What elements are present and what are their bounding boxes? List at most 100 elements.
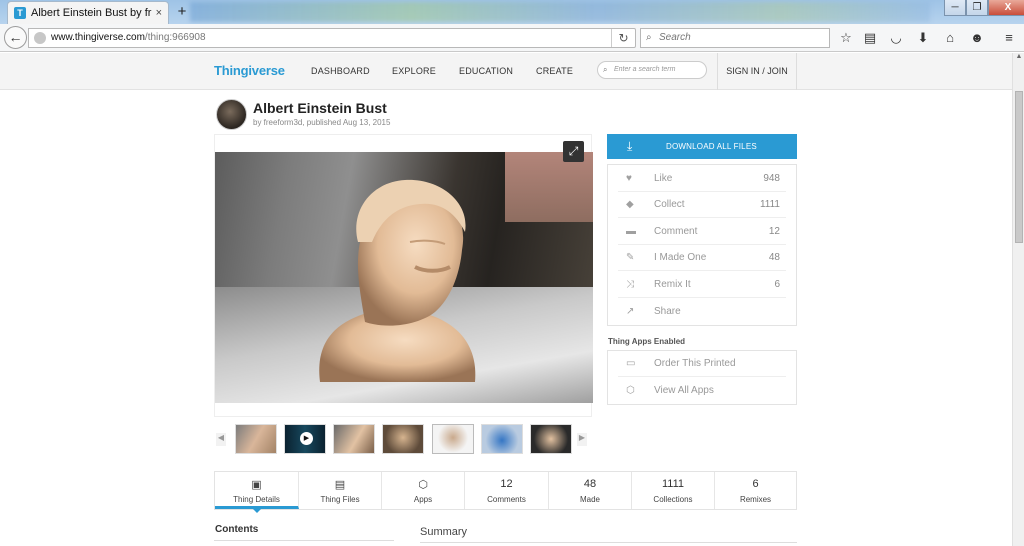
thing-byline: by freeform3d, published Aug 13, 2015 (253, 118, 391, 127)
share-icon: ↗ (626, 306, 635, 317)
contents-divider (214, 540, 394, 541)
tab-thing-details[interactable]: ▣ Thing Details (215, 472, 299, 513)
summary-heading: Summary (420, 526, 468, 538)
tab-made[interactable]: 48 Made (549, 472, 632, 509)
thumbnail-6[interactable] (481, 424, 523, 454)
search-icon: ⌕ (646, 32, 652, 43)
action-like[interactable]: ♥ Like 948 (618, 166, 786, 192)
app-label: Order This Printed (654, 358, 736, 369)
tab-label: Apps (413, 495, 433, 504)
tab-label: Remixes (739, 495, 772, 504)
summary-divider (420, 542, 797, 543)
action-comment[interactable]: ▬ Comment 12 (618, 219, 786, 245)
apps-cube-icon: ⬡ (418, 479, 428, 491)
tab-title: Albert Einstein Bust by free... (31, 7, 152, 19)
action-remix-it[interactable]: ⤨ Remix It 6 (618, 272, 786, 298)
globe-icon (34, 32, 46, 44)
nav-education[interactable]: EDUCATION (459, 66, 513, 76)
play-icon: ▶ (300, 432, 313, 445)
details-icon: ▣ (251, 479, 262, 491)
thumbnail-7[interactable] (530, 424, 572, 454)
cube-icon: ⬡ (626, 385, 635, 396)
creator-avatar[interactable] (216, 99, 247, 130)
image-gallery: ⤢ (214, 134, 593, 417)
site-header: Thingiverse DASHBOARD EXPLORE EDUCATION … (0, 53, 1012, 90)
restore-button[interactable]: ❐ (966, 0, 988, 16)
tab-count: 1111 (661, 478, 685, 490)
reading-list-icon[interactable]: ▤ (861, 29, 879, 47)
action-share[interactable]: ↗ Share (618, 299, 786, 325)
tab-comments[interactable]: 12 Comments (465, 472, 549, 509)
tab-label: Collections (653, 495, 693, 504)
app-order-printed[interactable]: ▭ Order This Printed (618, 351, 786, 377)
chat-icon[interactable]: ☻ (968, 29, 986, 47)
tabstrip-background (190, 2, 930, 22)
comment-icon: ▬ (626, 226, 636, 237)
scroll-thumb[interactable] (1015, 91, 1023, 243)
thumbnail-5-selected[interactable] (432, 424, 474, 454)
photo-brick-wall (505, 152, 593, 222)
action-label: Like (654, 173, 673, 184)
browser-search-placeholder: Search (659, 32, 691, 43)
url-path: /thing:966908 (144, 32, 206, 43)
thumbnail-3[interactable] (333, 424, 375, 454)
download-tray-icon: ⤓ (627, 139, 633, 153)
back-button[interactable]: ← (4, 26, 27, 49)
tab-remixes[interactable]: 6 Remixes (715, 472, 796, 509)
menu-icon[interactable]: ≡ (1000, 29, 1018, 47)
scroll-up-icon[interactable]: ▲ (1013, 53, 1024, 65)
bookmark-star-icon[interactable]: ☆ (837, 29, 855, 47)
tab-collections[interactable]: 1111 Collections (632, 472, 715, 509)
thumbnail-1[interactable] (235, 424, 277, 454)
files-icon: ▤ (334, 479, 346, 491)
action-label: Remix It (654, 279, 691, 290)
minimize-button[interactable]: ─ (944, 0, 966, 16)
nav-create[interactable]: CREATE (536, 66, 573, 76)
thumbnail-4[interactable] (382, 424, 424, 454)
fullscreen-expand-icon[interactable]: ⤢ (563, 141, 584, 162)
thing-apps-heading: Thing Apps Enabled (608, 337, 686, 346)
app-label: View All Apps (654, 385, 714, 396)
address-bar[interactable]: www.thingiverse.com/thing:966908 ↻ (28, 28, 636, 48)
app-view-all[interactable]: ⬡ View All Apps (618, 378, 786, 404)
tab-apps[interactable]: ⬡ Apps (382, 472, 465, 509)
contents-heading: Contents (215, 524, 259, 535)
close-window-button[interactable]: X (988, 0, 1024, 16)
download-label: DOWNLOAD ALL FILES (666, 142, 757, 151)
einstein-bust-image (319, 179, 476, 382)
tab-label: Made (579, 495, 600, 504)
site-search-input[interactable]: ⌕ Enter a search term (597, 61, 707, 79)
action-count: 1111 (759, 199, 780, 210)
action-count: 48 (768, 252, 780, 263)
nav-explore[interactable]: EXPLORE (392, 66, 436, 76)
tab-thing-files[interactable]: ▤ Thing Files (299, 472, 382, 509)
download-all-files-button[interactable]: ⤓ DOWNLOAD ALL FILES (607, 134, 797, 159)
browser-search-input[interactable]: ⌕ Search (640, 28, 830, 48)
action-i-made-one[interactable]: ✎ I Made One 48 (618, 245, 786, 271)
tab-count: 48 (583, 478, 597, 490)
nav-dashboard[interactable]: DASHBOARD (311, 66, 370, 76)
pocket-icon[interactable]: ◡ (887, 29, 905, 47)
tab-close-icon[interactable]: × (156, 7, 162, 19)
heart-icon: ♥ (626, 173, 632, 184)
thumbs-prev-icon[interactable]: ◀ (216, 433, 226, 446)
tab-label: Thing Details (233, 495, 280, 504)
action-collect[interactable]: ◆ Collect 1111 (618, 192, 786, 218)
thumbs-next-icon[interactable]: ▶ (577, 433, 587, 446)
page-scrollbar[interactable]: ▲ (1012, 53, 1024, 546)
tab-count: 6 (752, 478, 759, 490)
home-icon[interactable]: ⌂ (941, 29, 959, 47)
browser-tab-active[interactable]: T Albert Einstein Bust by free... × (7, 1, 169, 24)
thingiverse-favicon-icon: T (14, 7, 26, 19)
thumbnail-2-video[interactable]: ▶ (284, 424, 326, 454)
thingiverse-logo[interactable]: Thingiverse (214, 63, 285, 78)
tab-count: 12 (500, 478, 513, 490)
download-icon[interactable]: ⬇ (914, 29, 932, 47)
action-label: I Made One (654, 252, 707, 263)
signin-join-link[interactable]: SIGN IN / JOIN (717, 53, 797, 90)
main-photo[interactable] (215, 152, 593, 403)
site-search-placeholder: Enter a search term (614, 66, 676, 73)
collect-icon: ◆ (626, 199, 634, 210)
new-tab-button[interactable]: + (174, 3, 190, 21)
reload-icon[interactable]: ↻ (611, 29, 635, 47)
